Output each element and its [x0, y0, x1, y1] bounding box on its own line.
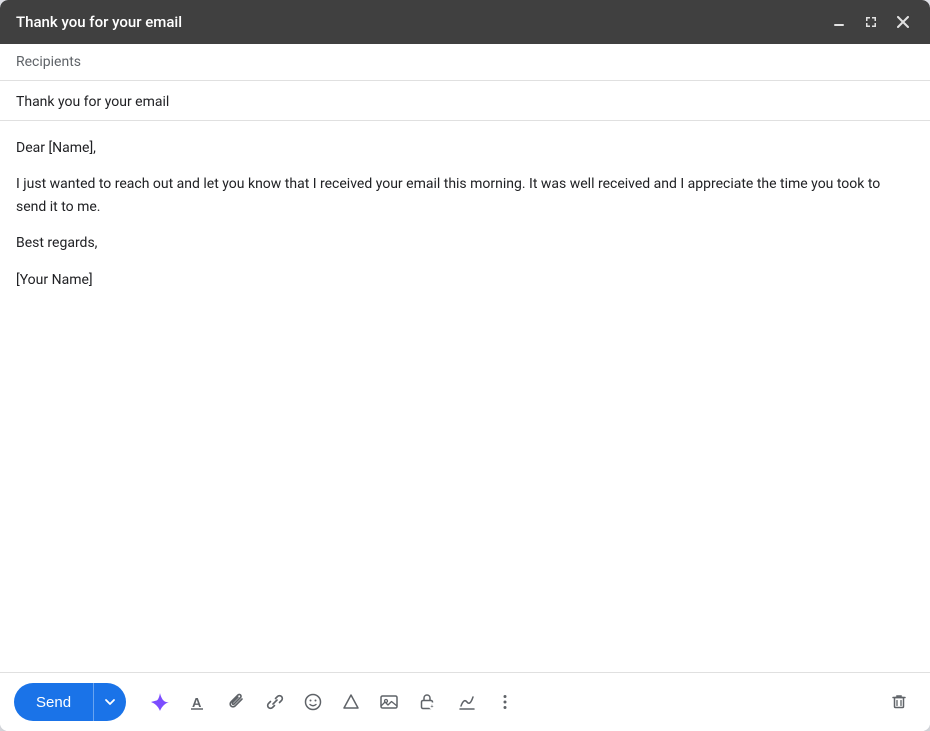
body-greeting: Dear [Name], [16, 137, 914, 159]
compose-window: Thank you for your email Recipients [0, 0, 930, 731]
close-icon [896, 15, 910, 29]
link-icon [265, 692, 285, 712]
insert-photo-button[interactable] [372, 686, 406, 718]
more-vert-icon [495, 692, 515, 712]
compose-body[interactable]: Dear [Name], I just wanted to reach out … [0, 121, 930, 672]
attach-file-button[interactable] [220, 686, 254, 718]
insert-drive-button[interactable] [334, 686, 368, 718]
photo-icon [379, 692, 399, 712]
insert-emoji-button[interactable] [296, 686, 330, 718]
more-options-button[interactable] [488, 686, 522, 718]
signature-icon [457, 692, 477, 712]
send-button[interactable]: Send [14, 683, 93, 721]
subject-row[interactable]: Thank you for your email [0, 81, 930, 121]
send-dropdown-button[interactable] [93, 683, 126, 721]
insert-link-button[interactable] [258, 686, 292, 718]
body-closing: Best regards, [16, 232, 914, 254]
subject-field: Thank you for your email [16, 94, 169, 110]
trash-icon [889, 692, 909, 712]
minimize-button[interactable] [828, 13, 850, 31]
body-paragraph1: I just wanted to reach out and let you k… [16, 173, 914, 218]
recipients-placeholder: Recipients [16, 54, 81, 70]
chevron-down-icon [104, 696, 116, 708]
minimize-icon [832, 15, 846, 29]
recipients-row[interactable]: Recipients [0, 44, 930, 81]
discard-button[interactable] [882, 686, 916, 718]
svg-text:+: + [431, 704, 434, 710]
compose-toolbar: Send A [0, 672, 930, 731]
compose-header: Thank you for your email [0, 0, 930, 44]
expand-button[interactable] [860, 13, 882, 31]
format-text-icon: A [189, 692, 209, 712]
close-button[interactable] [892, 13, 914, 31]
confidential-button[interactable]: + [410, 685, 446, 719]
body-signature: [Your Name] [16, 269, 914, 291]
send-btn-group: Send [14, 683, 126, 721]
format-text-button[interactable]: A [182, 686, 216, 718]
header-actions [828, 13, 914, 31]
paperclip-icon [227, 692, 247, 712]
emoji-icon [303, 692, 323, 712]
gemini-icon [149, 691, 171, 713]
drive-icon [341, 692, 361, 712]
expand-icon [864, 15, 878, 29]
signature-button[interactable] [450, 686, 484, 718]
ai-assist-button[interactable] [142, 685, 178, 719]
compose-title: Thank you for your email [16, 13, 182, 31]
svg-text:A: A [192, 695, 202, 710]
lock-icon: + [417, 691, 439, 713]
